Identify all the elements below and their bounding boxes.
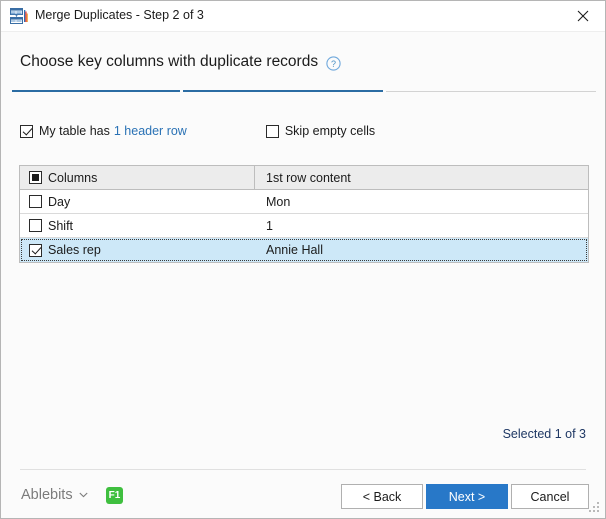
skip-empty-cells-checkbox[interactable]: Skip empty cells — [265, 124, 376, 138]
close-icon[interactable] — [561, 1, 605, 30]
footer-divider — [20, 469, 586, 470]
table-row[interactable]: Shift 1 — [20, 214, 588, 238]
row-checkbox[interactable] — [29, 195, 42, 208]
step-segment-2 — [183, 90, 383, 92]
row-checkbox[interactable] — [29, 243, 42, 257]
step-segment-3 — [386, 91, 596, 92]
header-label-columns: Columns — [48, 170, 98, 185]
page-title: Choose key columns with duplicate record… — [20, 53, 319, 70]
svg-text:?: ? — [331, 59, 336, 69]
merge-duplicates-dialog: Merge Duplicates - Step 2 of 3 Choose ke… — [0, 0, 606, 519]
row-column-cell[interactable]: Day — [20, 195, 255, 209]
row-column-name: Day — [48, 194, 71, 209]
status-text: Selected 1 of 3 — [502, 427, 586, 441]
row-checkbox[interactable] — [29, 219, 42, 232]
merge-tables-icon — [10, 8, 28, 24]
table-row-selected[interactable]: Sales rep Annie Hall — [20, 238, 588, 262]
row-column-cell[interactable]: Sales rep — [20, 243, 255, 257]
header-row-link[interactable]: 1 header row — [114, 124, 187, 138]
window-title: Merge Duplicates - Step 2 of 3 — [35, 8, 204, 22]
help-circle-icon[interactable]: ? — [326, 56, 341, 71]
row-content-cell: Annie Hall — [266, 243, 323, 257]
chevron-down-icon — [79, 490, 88, 501]
select-all-checkbox[interactable] — [29, 171, 42, 184]
row-content-cell: Mon — [266, 194, 291, 209]
f1-help-badge[interactable]: F1 — [106, 487, 123, 504]
table-header-first-row-content: 1st row content — [255, 166, 588, 189]
options-row: My table has 1 header row Skip empty cel… — [20, 124, 375, 138]
title-bar: Merge Duplicates - Step 2 of 3 — [1, 1, 605, 32]
columns-table: Columns 1st row content Day Mon Shift 1 — [19, 165, 589, 263]
checkbox-box — [20, 124, 33, 138]
table-header-row: Columns 1st row content — [20, 166, 588, 190]
row-column-name: Sales rep — [48, 243, 101, 257]
next-button[interactable]: Next > — [426, 484, 508, 509]
my-table-has-checkbox[interactable]: My table has 1 header row — [20, 124, 187, 138]
back-button[interactable]: < Back — [341, 484, 423, 509]
cancel-button[interactable]: Cancel — [511, 484, 589, 509]
table-header-columns[interactable]: Columns — [20, 166, 255, 189]
my-table-has-label: My table has — [39, 124, 110, 138]
step-progress — [12, 89, 596, 92]
resize-grip[interactable] — [589, 502, 601, 514]
ablebits-label: Ablebits — [21, 487, 73, 503]
step-segment-1 — [12, 90, 180, 92]
skip-empty-cells-label: Skip empty cells — [284, 124, 376, 138]
row-content-cell: 1 — [266, 218, 273, 233]
header-label-first-row-content: 1st row content — [266, 170, 351, 185]
checkbox-box — [265, 124, 279, 138]
row-column-name: Shift — [48, 218, 74, 233]
table-row[interactable]: Day Mon — [20, 190, 588, 214]
ablebits-menu[interactable]: Ablebits — [21, 487, 88, 503]
row-column-cell[interactable]: Shift — [20, 219, 255, 233]
